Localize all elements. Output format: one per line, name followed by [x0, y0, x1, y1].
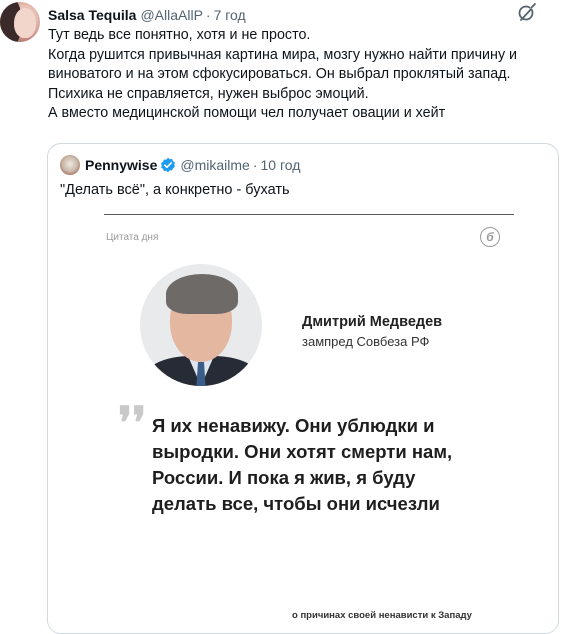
- quoted-text: "Делать всё", а конкретно - бухать: [60, 182, 290, 198]
- tweet-time[interactable]: 7 год: [214, 7, 246, 23]
- quoted-time[interactable]: 10 год: [261, 157, 301, 173]
- card-quote-line: делать все, чтобы они исчезли: [152, 493, 440, 514]
- author-handle[interactable]: @AllaAllP: [140, 7, 202, 23]
- verified-badge-icon: [160, 157, 176, 173]
- tweet-text-line: Тут ведь все понятно, хотя и не просто.: [48, 27, 311, 43]
- card-divider: [104, 214, 514, 215]
- grok-slash-icon[interactable]: [516, 2, 538, 24]
- card-quote-line: Я их ненавижу. Они ублюдки и: [152, 415, 435, 436]
- tweet-text: Тут ведь все понятно, хотя и не просто. …: [48, 26, 556, 124]
- tweet-text-line: Когда рушится привычная картина мира, мо…: [48, 46, 518, 63]
- quoted-header: Pennywise @mikailme · 10 год: [60, 154, 300, 176]
- tweet-header: Salsa Tequila @AllaAllP · 7 год: [48, 6, 246, 24]
- person-portrait: [140, 264, 262, 386]
- quoted-author-handle[interactable]: @mikailme: [180, 157, 249, 173]
- portrait-hair: [166, 274, 238, 314]
- tweet-text-line: А вместо медицинской помощи чел получает…: [48, 105, 446, 122]
- tweet-text-line: Психика не справляется, нужен выброс эмо…: [48, 85, 369, 102]
- quoted-tweet[interactable]: Pennywise @mikailme · 10 год "Делать всё…: [47, 143, 559, 634]
- quoted-author-name[interactable]: Pennywise: [85, 157, 157, 173]
- brand-logo-icon: б: [480, 227, 500, 247]
- card-quote-line: выродки. Они хотят смерти нам,: [152, 441, 453, 462]
- card-footnote: о причинах своей ненависти к Западу: [292, 610, 472, 621]
- tweet[interactable]: Salsa Tequila @AllaAllP · 7 год Тут ведь…: [0, 0, 562, 634]
- card-quote-line: России. И пока я жив, я буду: [152, 467, 416, 488]
- tweet-text-line: виноватого и на этом сфокусироваться. Он…: [48, 66, 511, 83]
- quoted-avatar[interactable]: [60, 155, 80, 175]
- quote-mark-icon: ❜❜: [118, 398, 147, 449]
- author-avatar[interactable]: [0, 2, 40, 42]
- card-label: Цитата дня: [106, 232, 159, 243]
- avatar-face: [14, 8, 36, 38]
- author-name[interactable]: Salsa Tequila: [48, 7, 136, 23]
- card-quote: Я их ненавижу. Они ублюдки и выродки. Он…: [152, 413, 452, 517]
- separator-dot: ·: [205, 7, 211, 23]
- separator-dot: ·: [252, 157, 258, 173]
- person-title: зампред Совбеза РФ: [302, 334, 430, 349]
- quote-card-image[interactable]: Цитата дня б Дмитрий Медведев зампред Со…: [48, 214, 558, 633]
- person-name: Дмитрий Медведев: [302, 314, 443, 330]
